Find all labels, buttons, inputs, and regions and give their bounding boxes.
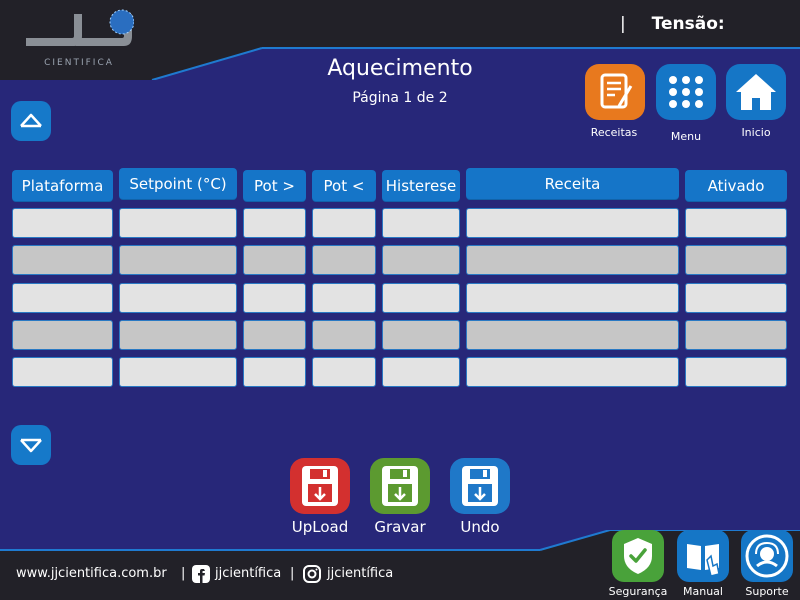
tensao-readout: | Tensão: (620, 14, 725, 34)
cell-setpoint[interactable] (119, 357, 237, 387)
headset-support-icon (745, 534, 789, 578)
cell-receita[interactable] (466, 357, 679, 387)
menu-grid-icon (669, 76, 703, 108)
cell-ativado[interactable] (685, 320, 787, 350)
website-link[interactable]: www.jjcientifica.com.br (16, 566, 167, 581)
chevron-up-icon (20, 113, 42, 128)
column-header-histerese: Histerese (382, 170, 460, 202)
inicio-label: Inicio (741, 126, 771, 139)
cell-histerese[interactable] (382, 208, 460, 238)
cell-pot-maior[interactable] (243, 283, 306, 313)
cell-plataforma[interactable] (12, 208, 113, 238)
cell-plataforma[interactable] (12, 320, 113, 350)
jj-logo-icon (26, 9, 134, 46)
seguranca-label: Segurança (608, 585, 668, 598)
facebook-handle[interactable]: jjcientífica (215, 566, 281, 581)
cell-setpoint[interactable] (119, 208, 237, 238)
cell-histerese[interactable] (382, 320, 460, 350)
tensao-label: Tensão: (651, 14, 725, 34)
cell-ativado[interactable] (685, 245, 787, 275)
column-header-ativado: Ativado (685, 170, 787, 202)
cell-setpoint[interactable] (119, 320, 237, 350)
footer-separator: | (181, 566, 186, 581)
cell-histerese[interactable] (382, 283, 460, 313)
cell-pot-menor[interactable] (312, 245, 376, 275)
cell-receita[interactable] (466, 245, 679, 275)
upload-button[interactable] (290, 458, 350, 514)
receitas-label: Receitas (590, 126, 638, 139)
floppy-undo-icon (462, 466, 498, 506)
column-header-setpoint: Setpoint (°C) (119, 168, 237, 200)
column-header-pot-menor: Pot < (312, 170, 376, 202)
cell-ativado[interactable] (685, 208, 787, 238)
seguranca-button[interactable] (612, 530, 664, 582)
cell-pot-maior[interactable] (243, 245, 306, 275)
receitas-button[interactable] (585, 64, 645, 120)
cell-pot-menor[interactable] (312, 208, 376, 238)
cell-pot-menor[interactable] (312, 357, 376, 387)
cell-histerese[interactable] (382, 245, 460, 275)
cell-setpoint[interactable] (119, 245, 237, 275)
cell-ativado[interactable] (685, 283, 787, 313)
cell-plataforma[interactable] (12, 357, 113, 387)
chevron-down-icon (20, 438, 42, 453)
footer-separator: | (290, 566, 295, 581)
floppy-save-icon (382, 466, 418, 506)
header-separator: | (620, 14, 626, 34)
cell-plataforma[interactable] (12, 245, 113, 275)
cell-receita[interactable] (466, 208, 679, 238)
manual-label: Manual (683, 585, 723, 598)
home-icon (736, 74, 776, 110)
instagram-icon (303, 565, 321, 583)
suporte-label: Suporte (745, 585, 789, 598)
cell-pot-maior[interactable] (243, 357, 306, 387)
inicio-button[interactable] (726, 64, 786, 120)
cell-receita[interactable] (466, 320, 679, 350)
cell-pot-menor[interactable] (312, 320, 376, 350)
cell-pot-menor[interactable] (312, 283, 376, 313)
menu-label: Menu (670, 130, 702, 143)
scroll-down-button[interactable] (11, 425, 51, 465)
suporte-button[interactable] (741, 530, 793, 582)
undo-button[interactable] (450, 458, 510, 514)
cell-setpoint[interactable] (119, 283, 237, 313)
cell-pot-maior[interactable] (243, 208, 306, 238)
cell-histerese[interactable] (382, 357, 460, 387)
gravar-button[interactable] (370, 458, 430, 514)
menu-button[interactable] (656, 64, 716, 120)
facebook-icon (192, 565, 210, 583)
instagram-handle[interactable]: jjcientífica (327, 566, 393, 581)
cell-ativado[interactable] (685, 357, 787, 387)
cell-receita[interactable] (466, 283, 679, 313)
recipe-document-icon (600, 73, 633, 109)
scroll-up-button[interactable] (11, 101, 51, 141)
manual-button[interactable] (677, 530, 729, 582)
floppy-download-icon (302, 466, 338, 506)
cell-pot-maior[interactable] (243, 320, 306, 350)
manual-book-icon (687, 544, 720, 577)
column-header-receita: Receita (466, 168, 679, 200)
column-header-pot-maior: Pot > (243, 170, 306, 202)
cell-plataforma[interactable] (12, 283, 113, 313)
column-header-plataforma: Plataforma (12, 170, 113, 202)
shield-check-icon (624, 538, 652, 574)
